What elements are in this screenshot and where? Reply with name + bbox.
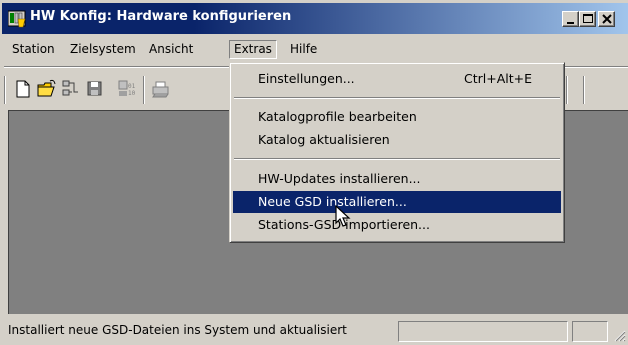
toolbar-grip [4, 76, 6, 104]
svg-text:10: 10 [128, 90, 136, 97]
menu-extras[interactable]: Extras [229, 40, 277, 59]
network-icon[interactable] [60, 78, 82, 100]
hw-konfig-app-icon[interactable] [7, 10, 26, 28]
menu-station[interactable]: Station [8, 40, 59, 59]
menu-separator [234, 97, 560, 99]
toolbar-separator-end [583, 76, 585, 104]
svg-text:01: 01 [128, 83, 136, 90]
shortcut-label: Ctrl+Alt+E [464, 71, 533, 86]
status-panel-1 [398, 321, 568, 342]
status-bar: Installiert neue GSD-Dateien ins System … [0, 316, 628, 345]
print-icon[interactable] [150, 78, 172, 100]
menu-item-hw-updates[interactable]: HW-Updates installieren... [233, 168, 561, 190]
extras-menu-dropdown: Einstellungen... Ctrl+Alt+E Katalogprofi… [229, 62, 565, 243]
menu-item-einstellungen[interactable]: Einstellungen... Ctrl+Alt+E [233, 68, 561, 90]
menu-bar: Station Zielsystem Ansicht Extras Hilfe [2, 36, 628, 62]
menu-item-stations-gsd[interactable]: Stations-GSD importieren... [233, 214, 561, 236]
window-title: HW Konfig: Hardware konfigurieren [30, 9, 292, 24]
menu-ansicht[interactable]: Ansicht [145, 40, 197, 59]
menu-item-katalogprofile[interactable]: Katalogprofile bearbeiten [233, 106, 561, 128]
menu-zielsystem[interactable]: Zielsystem [66, 40, 140, 59]
status-panel-2 [572, 321, 608, 342]
menu-item-katalog-aktualisieren[interactable]: Katalog aktualisieren [233, 129, 561, 151]
mouse-cursor-icon [335, 205, 351, 227]
open-icon[interactable] [36, 78, 58, 100]
close-button[interactable] [598, 11, 615, 27]
hw-konfig-window: HW Konfig: Hardware konfigurieren Statio… [0, 0, 628, 345]
save-icon[interactable] [84, 78, 106, 100]
minimize-button[interactable] [562, 11, 579, 27]
menu-hilfe[interactable]: Hilfe [286, 40, 321, 59]
toolbar-separator-right [566, 76, 568, 104]
compile-icon[interactable]: 01 10 [116, 78, 138, 100]
new-icon[interactable] [12, 78, 34, 100]
status-message: Installiert neue GSD-Dateien ins System … [8, 323, 347, 337]
toolbar-separator [143, 76, 145, 104]
maximize-button[interactable] [579, 11, 596, 27]
resize-grip-icon[interactable] [612, 328, 626, 342]
menu-item-neue-gsd[interactable]: Neue GSD installieren... [233, 191, 561, 213]
menu-separator [234, 158, 560, 160]
title-bar[interactable]: HW Konfig: Hardware konfigurieren [2, 3, 628, 34]
